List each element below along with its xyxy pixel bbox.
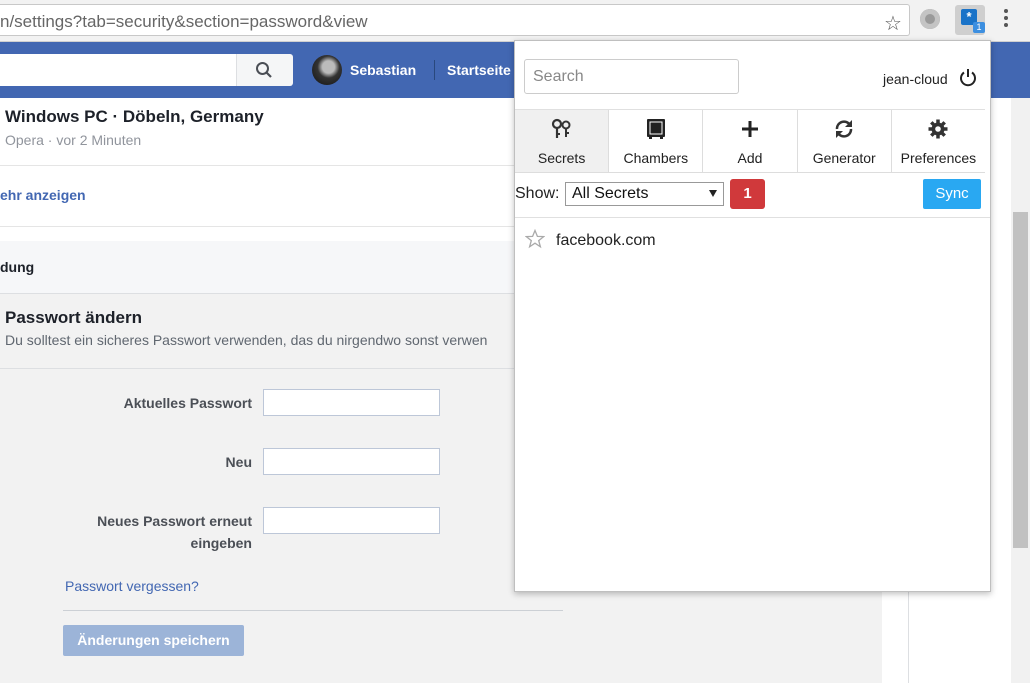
refresh-icon bbox=[798, 117, 891, 141]
new-password-field[interactable] bbox=[263, 448, 440, 475]
tab-add[interactable]: Add bbox=[703, 110, 798, 172]
current-password-label: Aktuelles Passwort bbox=[123, 395, 252, 411]
vertical-dots-icon[interactable] bbox=[1004, 9, 1008, 30]
secret-name[interactable]: facebook.com bbox=[556, 232, 656, 250]
change-password-description: Du solltest ein sicheres Passwort verwen… bbox=[5, 332, 488, 348]
show-filter-value: All Secrets bbox=[572, 185, 649, 202]
popup-search-input[interactable] bbox=[524, 59, 739, 94]
list-item[interactable]: facebook.com bbox=[525, 229, 965, 253]
extension-badge: 1 bbox=[973, 22, 985, 33]
address-bar[interactable]: n/settings?tab=security&section=password… bbox=[0, 4, 910, 36]
password-manager-extension-button[interactable]: * 1 bbox=[955, 5, 985, 35]
tab-label: Add bbox=[737, 150, 763, 166]
show-filter-select[interactable]: All Secrets bbox=[565, 182, 724, 206]
device-title: Windows PC · Döbeln, Germany bbox=[5, 107, 264, 126]
divider bbox=[63, 610, 563, 611]
search-icon bbox=[256, 62, 272, 78]
browser-toolbar: n/settings?tab=security&section=password… bbox=[0, 0, 1030, 42]
keys-icon bbox=[515, 117, 608, 141]
new-password-label: Neu bbox=[225, 454, 252, 470]
repeat-password-field[interactable] bbox=[263, 507, 440, 534]
tab-label: Chambers bbox=[623, 150, 689, 166]
chevron-down-icon bbox=[709, 190, 717, 197]
tab-label: Generator bbox=[812, 150, 876, 166]
home-link[interactable]: Startseite bbox=[447, 62, 511, 78]
forgot-password-link[interactable]: Passwort vergessen? bbox=[65, 578, 199, 594]
device-subtitle: Opera · vor 2 Minuten bbox=[5, 132, 142, 148]
tab-label: Secrets bbox=[537, 150, 586, 166]
gear-icon bbox=[892, 117, 985, 141]
tab-chambers[interactable]: Chambers bbox=[609, 110, 704, 172]
repeat-password-label: Neues Passwort erneut eingeben bbox=[97, 513, 252, 551]
facebook-search-input[interactable] bbox=[0, 54, 293, 86]
profile-name-link[interactable]: Sebastian bbox=[350, 62, 416, 78]
facebook-search-button[interactable] bbox=[236, 54, 293, 86]
scrollbar-thumb[interactable] bbox=[1013, 212, 1028, 548]
divider bbox=[515, 217, 990, 218]
power-icon[interactable] bbox=[958, 68, 978, 88]
tab-secrets[interactable]: Secrets bbox=[515, 110, 610, 172]
divider bbox=[434, 60, 435, 80]
current-password-field[interactable] bbox=[263, 389, 440, 416]
change-password-title: Passwort ändern bbox=[5, 308, 142, 327]
gear-icon[interactable] bbox=[920, 9, 940, 29]
tab-label: Preferences bbox=[900, 150, 977, 166]
star-outline-icon[interactable] bbox=[525, 229, 545, 249]
tab-generator[interactable]: Generator bbox=[798, 110, 892, 172]
avatar[interactable] bbox=[312, 55, 342, 85]
password-manager-popup: jean-cloud Secrets bbox=[514, 40, 991, 592]
safe-icon bbox=[609, 117, 702, 141]
url-text[interactable]: n/settings?tab=security&section=password… bbox=[0, 12, 368, 32]
show-filter-label: Show: bbox=[515, 185, 560, 202]
show-more-link[interactable]: ehr anzeigen bbox=[0, 187, 86, 203]
plus-icon bbox=[703, 117, 796, 141]
tab-preferences[interactable]: Preferences bbox=[892, 110, 985, 172]
popup-tabs: Secrets Chambers Add Generator Preferenc… bbox=[515, 110, 985, 173]
username-label: jean-cloud bbox=[883, 71, 948, 87]
sync-button[interactable]: Sync bbox=[923, 179, 981, 209]
save-changes-button[interactable]: Änderungen speichern bbox=[63, 625, 244, 656]
section-title: dung bbox=[0, 259, 35, 275]
secrets-count-badge: 1 bbox=[730, 179, 765, 209]
bookmark-star-icon[interactable]: ☆ bbox=[884, 11, 902, 36]
